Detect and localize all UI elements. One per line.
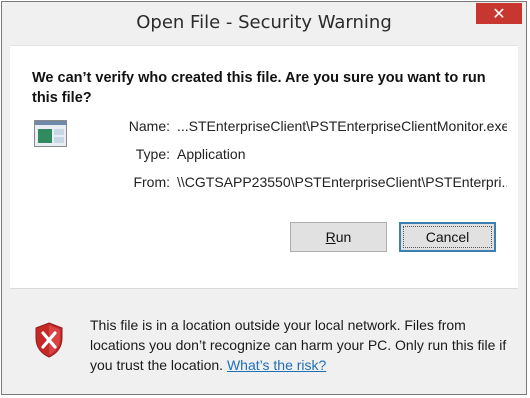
security-warning-dialog: Open File - Security Warning ✕ We can’t … xyxy=(1,1,527,395)
whats-the-risk-link[interactable]: What’s the risk? xyxy=(227,357,326,373)
name-label: Name: xyxy=(128,118,170,134)
run-mnemonic: R xyxy=(325,229,336,245)
title-bar: Open File - Security Warning ✕ xyxy=(2,2,526,45)
warning-question: We can’t verify who created this file. A… xyxy=(32,70,486,106)
dialog-content: We can’t verify who created this file. A… xyxy=(10,45,518,289)
name-value: ...STEnterpriseClient\PSTEnterpriseClien… xyxy=(177,118,507,134)
type-label: Type: xyxy=(135,146,170,162)
close-button[interactable]: ✕ xyxy=(476,3,522,24)
application-icon xyxy=(34,120,67,147)
warning-area: This file is in a location outside your … xyxy=(10,294,518,388)
cancel-button[interactable]: Cancel xyxy=(399,222,496,252)
from-label: From: xyxy=(133,174,170,190)
type-value: Application xyxy=(177,146,246,162)
focus-ring xyxy=(403,226,492,248)
run-button[interactable]: Run xyxy=(290,222,387,252)
warning-text: This file is in a location outside your … xyxy=(90,315,515,375)
run-label: un xyxy=(335,229,352,245)
shield-error-icon xyxy=(35,322,63,358)
separator xyxy=(10,288,518,289)
from-value: \\CGTSAPP23550\PSTEnterpriseClient\PSTEn… xyxy=(177,174,507,190)
window-title: Open File - Security Warning xyxy=(136,12,392,33)
